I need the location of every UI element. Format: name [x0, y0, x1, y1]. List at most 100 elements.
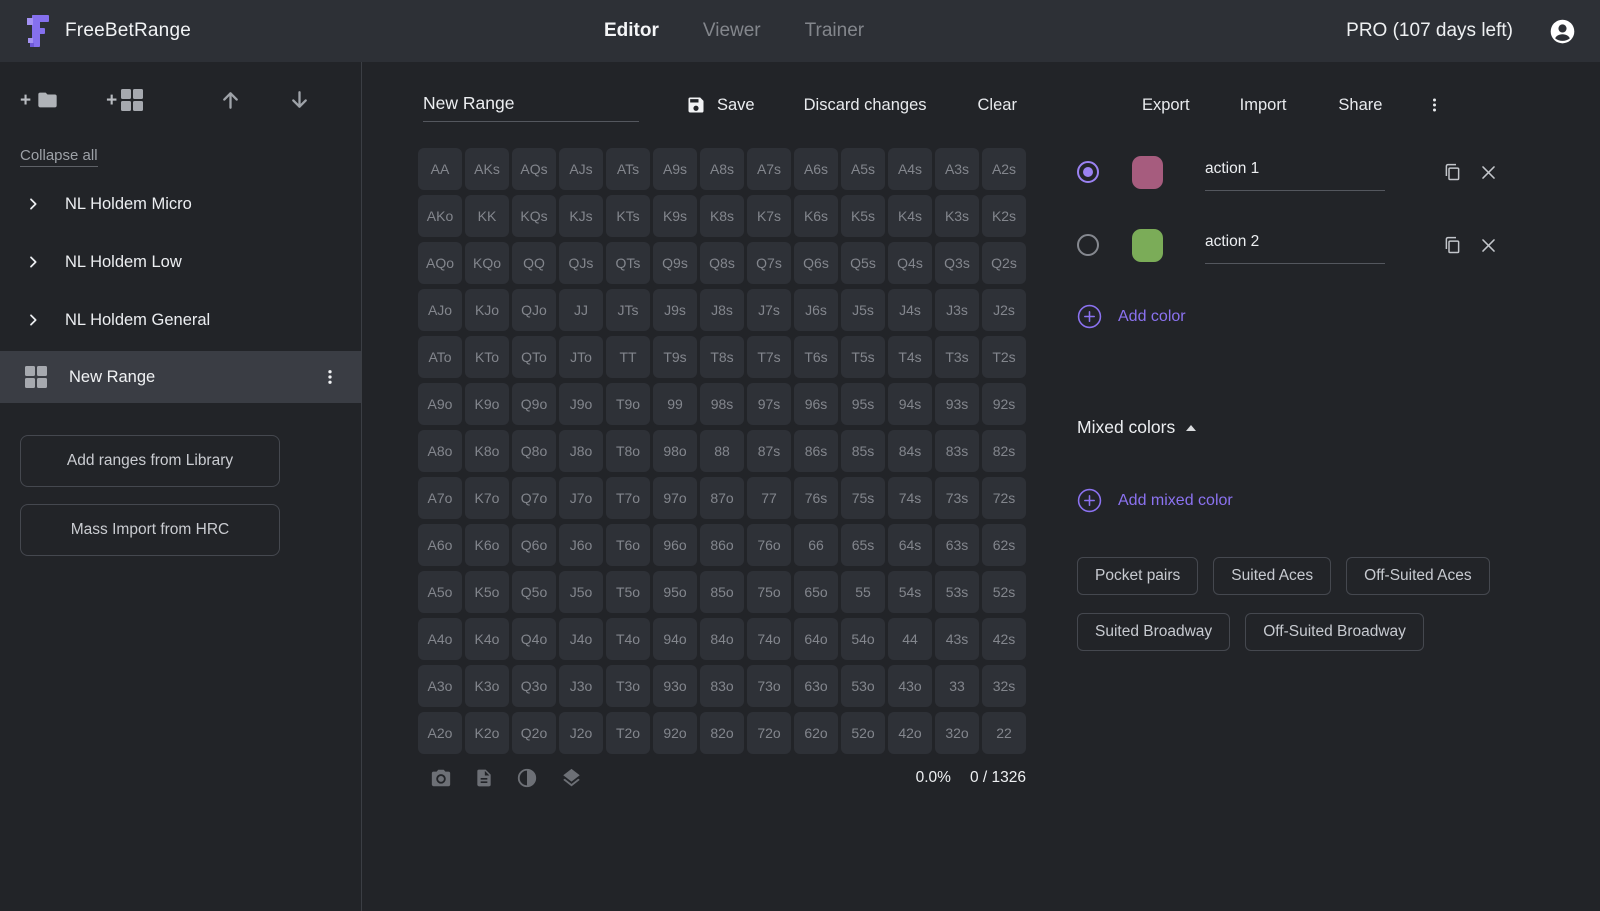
hand-cell-92s[interactable]: 92s — [982, 383, 1026, 425]
preset-suited-aces[interactable]: Suited Aces — [1213, 557, 1331, 595]
add-color-button[interactable]: Add color — [1077, 304, 1600, 329]
hand-cell-QJs[interactable]: QJs — [559, 242, 603, 284]
hand-cell-T2o[interactable]: T2o — [606, 712, 650, 754]
hand-cell-ATo[interactable]: ATo — [418, 336, 462, 378]
hand-cell-K2o[interactable]: K2o — [465, 712, 509, 754]
hand-cell-AJo[interactable]: AJo — [418, 289, 462, 331]
hand-cell-A6s[interactable]: A6s — [794, 148, 838, 190]
tab-trainer[interactable]: Trainer — [805, 20, 864, 42]
hand-cell-T4s[interactable]: T4s — [888, 336, 932, 378]
hand-cell-T8o[interactable]: T8o — [606, 430, 650, 472]
hand-cell-72o[interactable]: 72o — [747, 712, 791, 754]
hand-cell-94o[interactable]: 94o — [653, 618, 697, 660]
hand-cell-63s[interactable]: 63s — [935, 524, 979, 566]
hand-cell-A6o[interactable]: A6o — [418, 524, 462, 566]
hand-cell-88[interactable]: 88 — [700, 430, 744, 472]
hand-cell-72s[interactable]: 72s — [982, 477, 1026, 519]
hand-cell-QTs[interactable]: QTs — [606, 242, 650, 284]
hand-cell-Q8o[interactable]: Q8o — [512, 430, 556, 472]
hand-cell-97s[interactable]: 97s — [747, 383, 791, 425]
hand-cell-AQs[interactable]: AQs — [512, 148, 556, 190]
hand-cell-T5o[interactable]: T5o — [606, 571, 650, 613]
hand-cell-86o[interactable]: 86o — [700, 524, 744, 566]
hand-cell-44[interactable]: 44 — [888, 618, 932, 660]
layers-icon[interactable] — [560, 767, 583, 789]
hand-cell-ATs[interactable]: ATs — [606, 148, 650, 190]
hand-cell-K3s[interactable]: K3s — [935, 195, 979, 237]
hand-cell-32o[interactable]: 32o — [935, 712, 979, 754]
hand-cell-AKo[interactable]: AKo — [418, 195, 462, 237]
hand-cell-A7s[interactable]: A7s — [747, 148, 791, 190]
hand-cell-33[interactable]: 33 — [935, 665, 979, 707]
hand-cell-62s[interactable]: 62s — [982, 524, 1026, 566]
sidebar-item-new-range[interactable]: New Range — [0, 351, 361, 403]
save-button[interactable]: Save — [686, 95, 755, 115]
hand-cell-J8s[interactable]: J8s — [700, 289, 744, 331]
close-icon[interactable] — [1479, 236, 1498, 255]
hand-cell-K9o[interactable]: K9o — [465, 383, 509, 425]
hand-cell-QTo[interactable]: QTo — [512, 336, 556, 378]
hand-cell-84o[interactable]: 84o — [700, 618, 744, 660]
action-radio[interactable] — [1077, 161, 1099, 183]
hand-cell-42s[interactable]: 42s — [982, 618, 1026, 660]
hand-cell-Q7o[interactable]: Q7o — [512, 477, 556, 519]
tab-editor[interactable]: Editor — [604, 20, 659, 42]
hand-cell-J9s[interactable]: J9s — [653, 289, 697, 331]
hand-cell-QQ[interactable]: QQ — [512, 242, 556, 284]
copy-icon[interactable] — [1442, 162, 1463, 183]
hand-cell-Q9s[interactable]: Q9s — [653, 242, 697, 284]
hand-cell-A5o[interactable]: A5o — [418, 571, 462, 613]
hand-cell-63o[interactable]: 63o — [794, 665, 838, 707]
range-name-input[interactable] — [423, 89, 639, 122]
close-icon[interactable] — [1479, 163, 1498, 182]
sidebar-folder-1[interactable]: NL Holdem Micro — [0, 175, 361, 233]
hand-cell-77[interactable]: 77 — [747, 477, 791, 519]
hand-cell-Q3o[interactable]: Q3o — [512, 665, 556, 707]
hand-cell-A3o[interactable]: A3o — [418, 665, 462, 707]
copy-icon[interactable] — [1442, 235, 1463, 256]
hand-cell-T8s[interactable]: T8s — [700, 336, 744, 378]
collapse-all-link[interactable]: Collapse all — [20, 147, 98, 167]
hand-cell-A9s[interactable]: A9s — [653, 148, 697, 190]
hand-cell-93o[interactable]: 93o — [653, 665, 697, 707]
hand-cell-53o[interactable]: 53o — [841, 665, 885, 707]
hand-cell-87s[interactable]: 87s — [747, 430, 791, 472]
sidebar-folder-3[interactable]: NL Holdem General — [0, 291, 361, 349]
hand-cell-J4o[interactable]: J4o — [559, 618, 603, 660]
hand-cell-JTo[interactable]: JTo — [559, 336, 603, 378]
hand-cell-A9o[interactable]: A9o — [418, 383, 462, 425]
hand-cell-JTs[interactable]: JTs — [606, 289, 650, 331]
hand-cell-92o[interactable]: 92o — [653, 712, 697, 754]
hand-cell-AQo[interactable]: AQo — [418, 242, 462, 284]
hand-cell-96o[interactable]: 96o — [653, 524, 697, 566]
hand-cell-83s[interactable]: 83s — [935, 430, 979, 472]
hand-cell-KQs[interactable]: KQs — [512, 195, 556, 237]
add-folder-button[interactable]: + — [20, 89, 60, 111]
hand-cell-76o[interactable]: 76o — [747, 524, 791, 566]
hand-cell-74o[interactable]: 74o — [747, 618, 791, 660]
hand-cell-62o[interactable]: 62o — [794, 712, 838, 754]
move-down-button[interactable] — [288, 88, 311, 112]
hand-cell-K3o[interactable]: K3o — [465, 665, 509, 707]
hand-cell-85o[interactable]: 85o — [700, 571, 744, 613]
hand-cell-86s[interactable]: 86s — [794, 430, 838, 472]
hand-cell-K2s[interactable]: K2s — [982, 195, 1026, 237]
hand-cell-T7s[interactable]: T7s — [747, 336, 791, 378]
hand-cell-64o[interactable]: 64o — [794, 618, 838, 660]
sidebar-folder-2[interactable]: NL Holdem Low — [0, 233, 361, 291]
action-name-input[interactable] — [1205, 227, 1385, 264]
hand-cell-82s[interactable]: 82s — [982, 430, 1026, 472]
hand-cell-A7o[interactable]: A7o — [418, 477, 462, 519]
hand-cell-75s[interactable]: 75s — [841, 477, 885, 519]
hand-cell-T9o[interactable]: T9o — [606, 383, 650, 425]
hand-cell-98o[interactable]: 98o — [653, 430, 697, 472]
brand-link[interactable]: FreeBetRange — [24, 13, 191, 49]
hand-cell-K8s[interactable]: K8s — [700, 195, 744, 237]
hand-cell-K8o[interactable]: K8o — [465, 430, 509, 472]
hand-cell-T4o[interactable]: T4o — [606, 618, 650, 660]
hand-cell-J9o[interactable]: J9o — [559, 383, 603, 425]
add-mixed-color-button[interactable]: Add mixed color — [1077, 488, 1600, 513]
hand-cell-J8o[interactable]: J8o — [559, 430, 603, 472]
hand-cell-T3o[interactable]: T3o — [606, 665, 650, 707]
hand-cell-J6s[interactable]: J6s — [794, 289, 838, 331]
